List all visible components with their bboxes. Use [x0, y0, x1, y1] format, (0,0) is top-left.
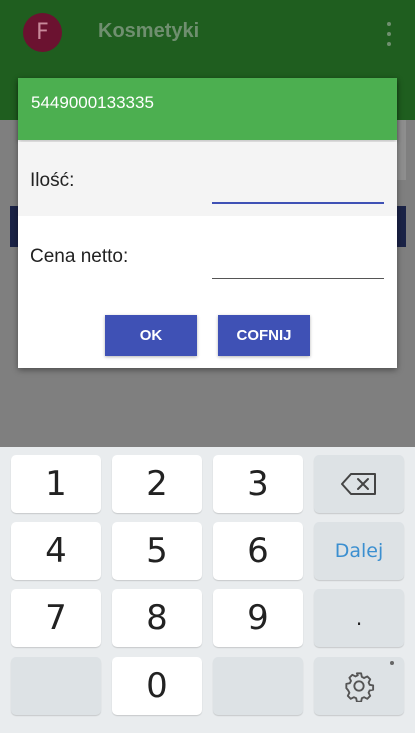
- avatar[interactable]: F: [23, 13, 62, 52]
- net-price-row: Cena netto:: [18, 218, 397, 292]
- backspace-icon: [341, 473, 376, 495]
- background-card: [396, 120, 406, 180]
- app-title: Kosmetyki: [98, 20, 200, 42]
- cancel-button[interactable]: COFNIJ: [218, 315, 310, 356]
- key-3[interactable]: 3: [213, 455, 303, 513]
- backspace-key[interactable]: [314, 455, 404, 513]
- settings-key[interactable]: [314, 657, 404, 715]
- blank-key: [213, 657, 303, 715]
- key-0[interactable]: 0: [112, 657, 202, 715]
- more-vert-icon[interactable]: [383, 22, 395, 46]
- key-8[interactable]: 8: [112, 589, 202, 647]
- avatar-letter: F: [36, 20, 49, 45]
- quantity-row: Ilość:: [18, 142, 397, 216]
- blank-key: [11, 657, 101, 715]
- key-1[interactable]: 1: [11, 455, 101, 513]
- key-5[interactable]: 5: [112, 522, 202, 580]
- background-bar-right: [396, 206, 406, 247]
- dot-key[interactable]: .: [314, 589, 404, 647]
- app-screen: F Kosmetyki 5449000133335 Ilość: Cena ne…: [0, 0, 415, 447]
- next-key[interactable]: Dalej: [314, 522, 404, 580]
- net-price-input[interactable]: [212, 246, 384, 279]
- dialog-header: 5449000133335: [18, 78, 397, 140]
- net-price-label: Cena netto:: [30, 246, 129, 267]
- quantity-label: Ilość:: [30, 170, 75, 191]
- quantity-dialog: 5449000133335 Ilość: Cena netto: OK COFN…: [18, 78, 397, 368]
- indicator-dot: [390, 661, 394, 665]
- key-9[interactable]: 9: [213, 589, 303, 647]
- key-7[interactable]: 7: [11, 589, 101, 647]
- quantity-input[interactable]: [212, 170, 384, 204]
- key-2[interactable]: 2: [112, 455, 202, 513]
- ok-button[interactable]: OK: [105, 315, 197, 356]
- dialog-title: 5449000133335: [31, 93, 154, 112]
- key-6[interactable]: 6: [213, 522, 303, 580]
- key-4[interactable]: 4: [11, 522, 101, 580]
- gear-icon: [345, 672, 375, 702]
